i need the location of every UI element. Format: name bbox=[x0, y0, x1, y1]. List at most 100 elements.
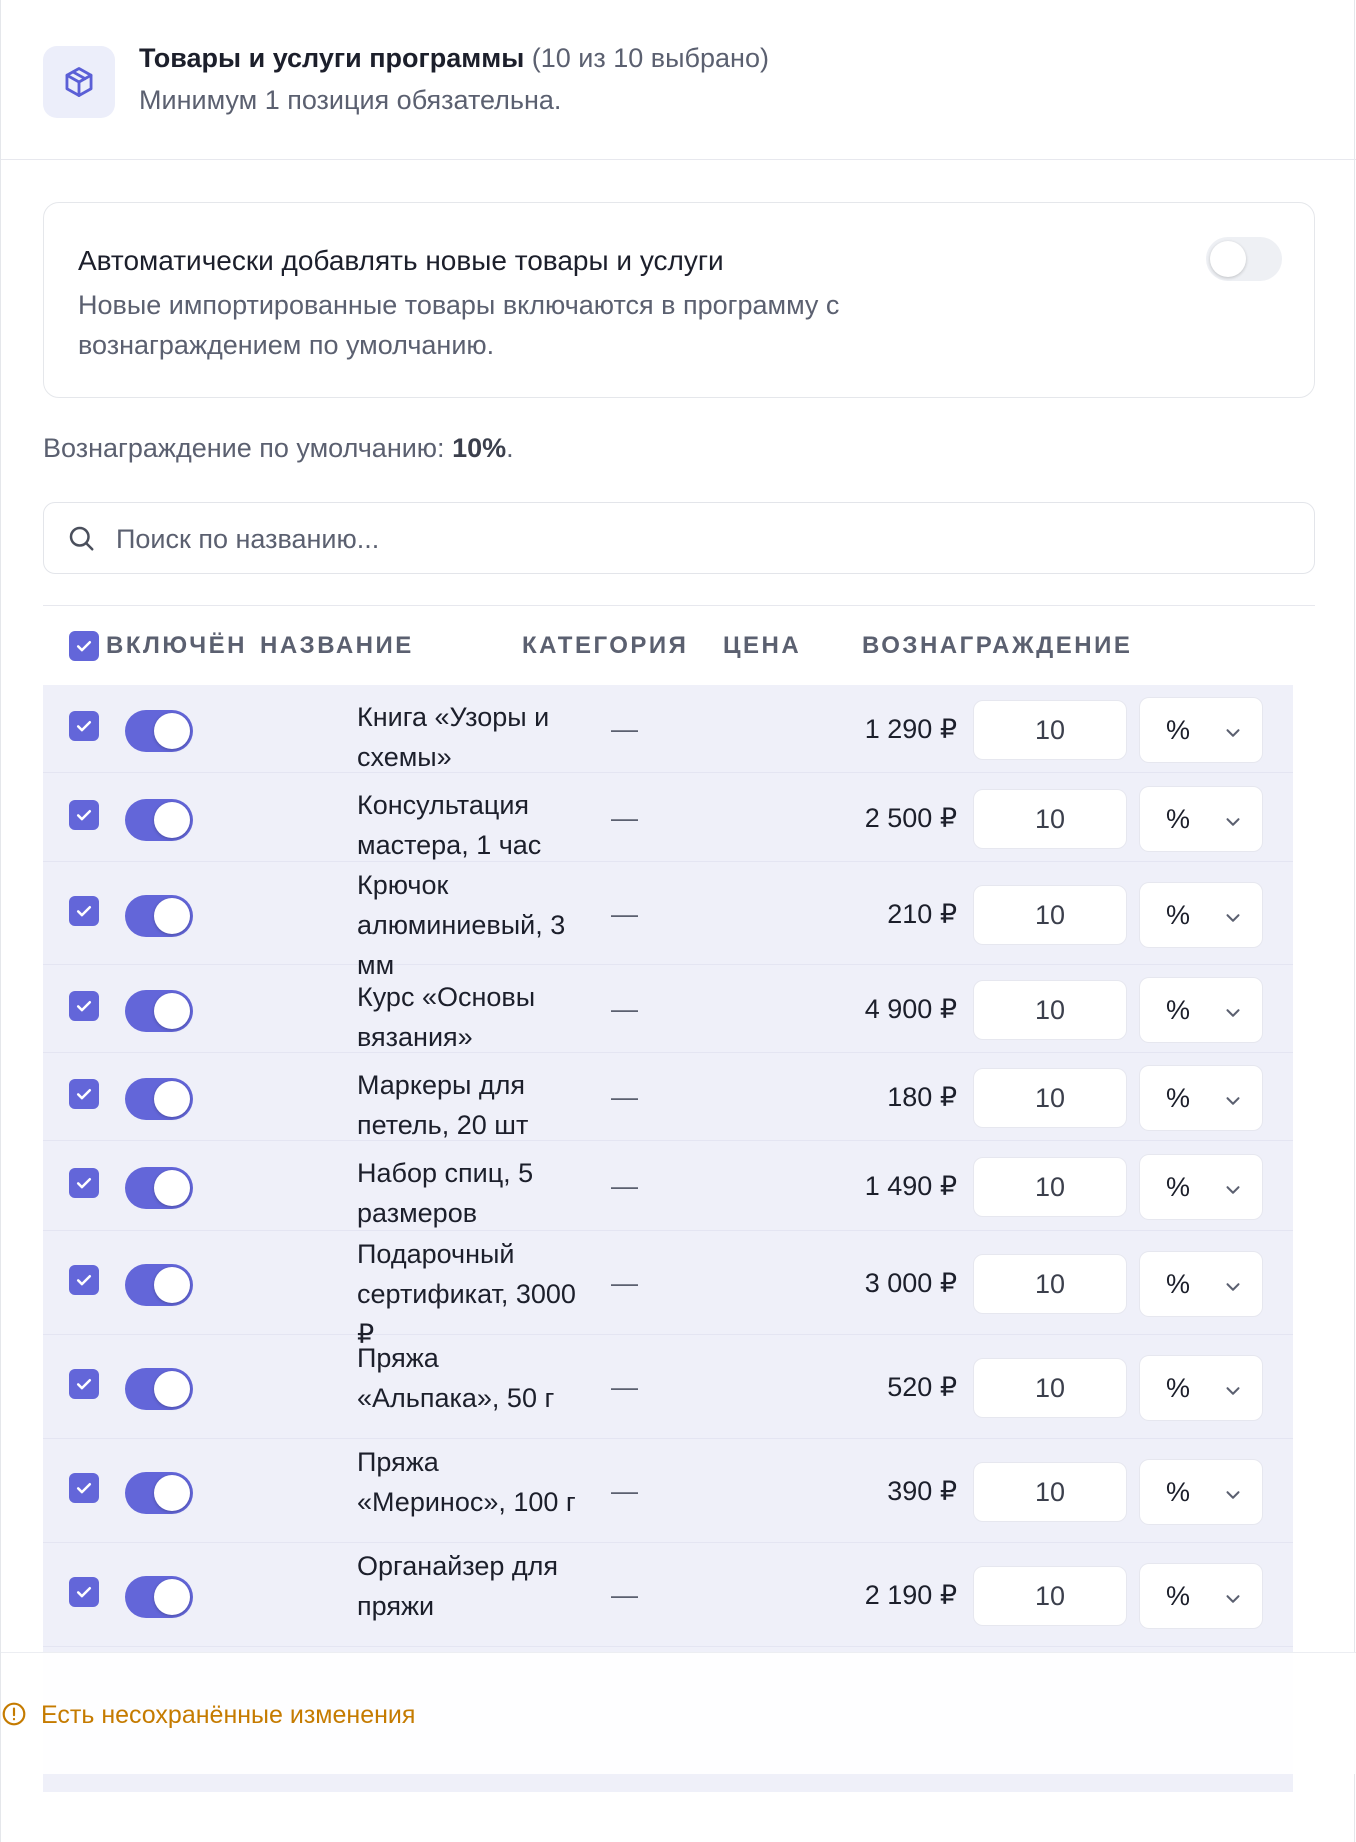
auto-add-toggle[interactable] bbox=[1206, 237, 1282, 281]
row-enabled-toggle[interactable] bbox=[125, 1472, 193, 1514]
row-enabled-toggle[interactable] bbox=[125, 1078, 193, 1120]
row-select-checkbox[interactable] bbox=[69, 711, 99, 741]
selected-count: (10 из 10 выбрано) bbox=[531, 43, 769, 73]
product-category: — bbox=[611, 1372, 638, 1402]
row-select-checkbox[interactable] bbox=[69, 1577, 99, 1607]
table-row: Набор спиц, 5 размеров — 1 490 ₽ 10% bbox=[43, 1141, 1293, 1231]
row-select-checkbox[interactable] bbox=[69, 991, 99, 1021]
alert-circle-icon bbox=[1, 1701, 27, 1732]
reward-unit-select[interactable]: % bbox=[1139, 1154, 1263, 1220]
table-row: Органайзер для пряжи — 2 190 ₽ 10% bbox=[43, 1543, 1293, 1647]
toggle-knob bbox=[154, 1267, 190, 1303]
product-category: — bbox=[611, 714, 638, 744]
reward-unit-select[interactable]: % bbox=[1139, 881, 1263, 948]
column-header-category[interactable]: КАТЕГОРИЯ bbox=[522, 630, 688, 662]
select-all-checkbox[interactable] bbox=[69, 631, 99, 661]
table-row: Пряжа «Альпака», 50 г — 520 ₽ 10% bbox=[43, 1335, 1293, 1439]
row-select-checkbox[interactable] bbox=[69, 1473, 99, 1503]
reward-value-input[interactable]: 10 bbox=[973, 884, 1127, 945]
unsaved-changes-bar: Есть несохранённые изменения bbox=[1, 1652, 1356, 1774]
product-name: Маркеры для петель, 20 шт bbox=[357, 1070, 529, 1140]
row-enabled-toggle[interactable] bbox=[125, 894, 193, 937]
product-name: Курс «Основы вязания» bbox=[357, 982, 536, 1052]
product-name: Консультация мастера, 1 час bbox=[357, 790, 542, 860]
reward-unit-select[interactable]: % bbox=[1139, 1459, 1263, 1525]
toggle-knob bbox=[154, 1371, 190, 1407]
reward-unit-value: % bbox=[1166, 899, 1191, 930]
default-reward-value: 10% bbox=[452, 433, 507, 463]
reward-value-input[interactable]: 10 bbox=[973, 1462, 1127, 1522]
table-row: Книга «Узоры и схемы» — 1 290 ₽ 10% bbox=[43, 685, 1293, 773]
default-reward-suffix: . bbox=[506, 433, 514, 463]
chevron-down-icon bbox=[1222, 1090, 1244, 1117]
product-category: — bbox=[611, 802, 638, 833]
product-price: 1 490 ₽ bbox=[864, 1171, 957, 1201]
row-select-checkbox[interactable] bbox=[69, 1265, 99, 1295]
reward-value-input[interactable]: 10 bbox=[973, 980, 1127, 1040]
column-header-price[interactable]: ЦЕНА bbox=[723, 630, 801, 662]
row-enabled-toggle[interactable] bbox=[125, 990, 193, 1032]
row-enabled-toggle[interactable] bbox=[125, 1368, 193, 1410]
product-category: — bbox=[611, 898, 638, 929]
chevron-down-icon bbox=[1222, 1588, 1244, 1615]
reward-unit-select[interactable]: % bbox=[1139, 1563, 1263, 1629]
reward-value-input[interactable]: 10 bbox=[973, 1068, 1127, 1128]
row-select-checkbox[interactable] bbox=[69, 895, 99, 926]
reward-value-input[interactable]: 10 bbox=[973, 700, 1127, 760]
default-reward-label: Вознаграждение по умолчанию: bbox=[43, 433, 453, 463]
default-reward-text: Вознаграждение по умолчанию: 10%. bbox=[43, 430, 514, 466]
row-enabled-toggle[interactable] bbox=[125, 710, 193, 752]
reward-unit-value: % bbox=[1166, 1269, 1191, 1299]
reward-value-input[interactable]: 10 bbox=[973, 788, 1127, 849]
search-input[interactable] bbox=[116, 515, 1276, 563]
product-category: — bbox=[611, 1476, 638, 1506]
reward-value-input[interactable]: 10 bbox=[973, 1566, 1127, 1626]
column-header-name[interactable]: НАЗВАНИЕ bbox=[260, 630, 414, 662]
search-icon bbox=[66, 523, 96, 558]
section-subtitle: Минимум 1 позиция обязательна. bbox=[139, 85, 562, 115]
section-header: Товары и услуги программы (10 из 10 выбр… bbox=[1, 0, 1356, 160]
row-select-checkbox[interactable] bbox=[69, 799, 99, 830]
product-category: — bbox=[611, 1268, 638, 1298]
reward-value-input[interactable]: 10 bbox=[973, 1254, 1127, 1314]
product-price: 520 ₽ bbox=[887, 1372, 957, 1402]
product-category: — bbox=[611, 1580, 638, 1610]
reward-value-input[interactable]: 10 bbox=[973, 1358, 1127, 1418]
table-row: Маркеры для петель, 20 шт — 180 ₽ 10% bbox=[43, 1053, 1293, 1141]
auto-add-title: Автоматически добавлять новые товары и у… bbox=[78, 245, 724, 276]
row-select-checkbox[interactable] bbox=[69, 1079, 99, 1109]
product-price: 1 290 ₽ bbox=[864, 714, 957, 744]
table-row: Пряжа «Меринос», 100 г — 390 ₽ 10% bbox=[43, 1439, 1293, 1543]
reward-unit-select[interactable]: % bbox=[1139, 785, 1263, 852]
toggle-knob bbox=[154, 1170, 190, 1206]
product-name: Пряжа «Альпака», 50 г bbox=[357, 1343, 555, 1413]
reward-unit-select[interactable]: % bbox=[1139, 697, 1263, 763]
table-body: Книга «Узоры и схемы» —1 290 ₽10% Консульт… bbox=[43, 685, 1293, 1792]
auto-add-description: Новые импортированные товары включаются … bbox=[78, 290, 840, 360]
chevron-down-icon bbox=[1222, 1002, 1244, 1029]
reward-unit-select[interactable]: % bbox=[1139, 977, 1263, 1043]
row-select-checkbox[interactable] bbox=[69, 1168, 99, 1198]
reward-unit-select[interactable]: % bbox=[1139, 1251, 1263, 1317]
product-price: 3 000 ₽ bbox=[864, 1268, 957, 1298]
reward-unit-select[interactable]: % bbox=[1139, 1065, 1263, 1131]
product-price: 2 500 ₽ bbox=[864, 802, 957, 833]
column-header-enabled[interactable]: ВКЛЮЧЁН bbox=[106, 630, 247, 662]
reward-unit-value: % bbox=[1166, 803, 1191, 834]
table-header: ВКЛЮЧЁН НАЗВАНИЕ КАТЕГОРИЯ ЦЕНА ВОЗНАГРА… bbox=[43, 605, 1315, 685]
reward-unit-value: % bbox=[1166, 1477, 1191, 1507]
row-enabled-toggle[interactable] bbox=[125, 1167, 193, 1209]
row-select-checkbox[interactable] bbox=[69, 1369, 99, 1399]
column-header-reward[interactable]: ВОЗНАГРАЖДЕНИЕ bbox=[862, 630, 1132, 662]
row-enabled-toggle[interactable] bbox=[125, 1576, 193, 1618]
row-enabled-toggle[interactable] bbox=[125, 1264, 193, 1306]
unsaved-changes-text: Есть несохранённые изменения bbox=[41, 1701, 416, 1729]
chevron-down-icon bbox=[1222, 1179, 1244, 1206]
reward-unit-select[interactable]: % bbox=[1139, 1355, 1263, 1421]
chevron-down-icon bbox=[1222, 722, 1244, 749]
reward-unit-value: % bbox=[1166, 1172, 1191, 1202]
reward-value-input[interactable]: 10 bbox=[973, 1157, 1127, 1217]
product-price: 2 190 ₽ bbox=[864, 1580, 957, 1610]
product-price: 210 ₽ bbox=[887, 898, 957, 929]
row-enabled-toggle[interactable] bbox=[125, 798, 193, 841]
